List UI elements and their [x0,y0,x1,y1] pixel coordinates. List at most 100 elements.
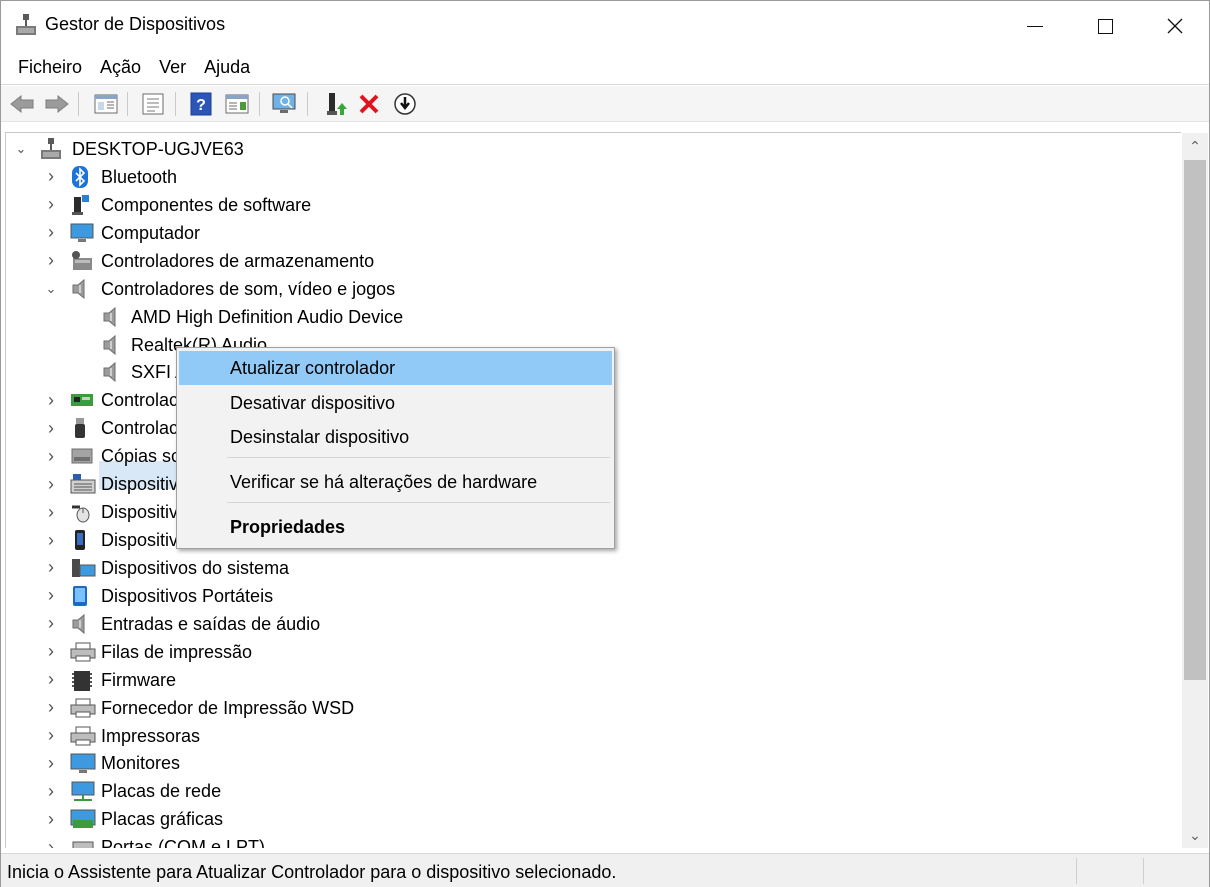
scrollbar-thumb[interactable] [1184,160,1206,680]
tree-root-label[interactable]: DESKTOP-UGJVE63 [72,139,244,160]
forward-button[interactable] [43,91,71,117]
tree-item-label[interactable]: Dispositiv [101,474,178,495]
disk-icon [70,445,93,467]
chevron-down-icon[interactable]: ⌄ [44,281,58,296]
toolbar-separator [259,92,260,116]
menu-ajuda[interactable]: Ajuda [195,53,259,82]
menu-ver[interactable]: Ver [150,53,195,82]
back-button[interactable] [8,91,36,117]
chevron-right-icon[interactable]: › [44,809,58,829]
chevron-right-icon[interactable]: › [44,418,58,438]
update-driver-icon [327,93,347,115]
menu-acao[interactable]: Ação [91,53,150,82]
svg-text:?: ? [196,97,206,114]
tree-item-label[interactable]: Controladores de armazenamento [101,251,374,272]
menu-item-disable-device[interactable]: Desativar dispositivo [179,386,612,420]
chevron-right-icon[interactable]: › [44,613,58,633]
menu-bar: Ficheiro Ação Ver Ajuda [1,51,1209,85]
tree-item-label[interactable]: Fornecedor de Impressão WSD [101,698,354,719]
tree-item-label[interactable]: Filas de impressão [101,642,252,663]
menu-ficheiro[interactable]: Ficheiro [9,53,91,82]
tree-item-label[interactable]: Dispositiv [101,530,178,551]
menu-item-uninstall-device[interactable]: Desinstalar dispositivo [179,420,612,454]
scroll-up-button[interactable]: ⌃ [1182,133,1208,159]
chevron-right-icon[interactable]: › [44,837,58,848]
tree-item-label[interactable]: Bluetooth [101,167,177,188]
tree-item-label[interactable]: Dispositivos Portáteis [101,586,273,607]
tree-item-label[interactable]: Cópias sc [101,446,180,467]
tree-item-label[interactable]: Controlac [101,418,178,439]
tree-item-label[interactable]: Placas gráficas [101,809,223,830]
tree-item-label[interactable]: Monitores [101,753,180,774]
disable-device-button[interactable] [391,91,419,117]
update-driver-button[interactable] [321,91,349,117]
tree-item-label[interactable]: Computador [101,223,200,244]
show-hide-console-tree-button[interactable] [92,91,120,117]
tree-item-label[interactable]: AMD High Definition Audio Device [131,307,403,328]
window-title: Gestor de Dispositivos [45,14,226,34]
chevron-right-icon[interactable]: › [44,781,58,801]
minimize-button[interactable] [1001,1,1069,51]
scan-hardware-button[interactable] [271,91,299,117]
chevron-right-icon[interactable]: › [44,753,58,773]
status-divider [1143,858,1144,884]
minimize-icon [1027,25,1043,27]
chevron-right-icon[interactable]: › [44,390,58,410]
keyboard-icon [70,473,96,495]
status-text: Inicia o Assistente para Atualizar Contr… [7,862,617,882]
tree-item-label[interactable]: Impressoras [101,726,200,747]
chevron-right-icon[interactable]: › [44,474,58,494]
status-bar: Inicia o Assistente para Atualizar Contr… [1,853,1209,887]
chevron-right-icon[interactable]: › [44,585,58,605]
uninstall-device-button[interactable] [355,91,383,117]
properties-button[interactable] [139,91,167,117]
network-adapter-icon [70,780,95,802]
chevron-right-icon[interactable]: › [44,446,58,466]
menu-item-properties[interactable]: Propriedades [179,510,612,544]
tree-item-label[interactable]: Portas (COM e LPT) [101,837,265,848]
chevron-right-icon[interactable]: › [44,641,58,661]
show-hide-console-tree-icon [94,94,118,114]
device-manager-window: Gestor de Dispositivos Ficheiro Ação Ver… [0,0,1210,887]
chevron-right-icon[interactable]: › [44,530,58,550]
usb-icon [70,417,90,439]
help-button[interactable]: ? [187,91,215,117]
tree-item-label[interactable]: Dispositiv [101,502,178,523]
toolbar-separator [175,92,176,116]
status-divider [1076,858,1077,884]
back-arrow-icon [10,94,34,114]
chevron-up-icon: ⌃ [1189,137,1201,154]
forward-arrow-icon [45,94,69,114]
chevron-right-icon[interactable]: › [44,194,58,214]
title-bar: Gestor de Dispositivos [1,1,1209,51]
chevron-right-icon[interactable]: › [44,502,58,522]
tree-item-label[interactable]: Placas de rede [101,781,221,802]
tree-item-label[interactable]: Dispositivos do sistema [101,558,289,579]
menu-separator [227,502,610,503]
printer-icon [70,641,96,663]
chevron-down-icon[interactable]: ⌄ [14,141,28,156]
tree-item-label[interactable]: Controlac [101,390,178,411]
menu-item-scan-hardware[interactable]: Verificar se há alterações de hardware [179,465,612,499]
vertical-scrollbar[interactable]: ⌃ ⌄ [1182,133,1208,848]
chevron-right-icon[interactable]: › [44,557,58,577]
chevron-right-icon[interactable]: › [44,250,58,270]
toolbar-separator [307,92,308,116]
tree-item-label[interactable]: Controladores de som, vídeo e jogos [101,279,395,300]
chevron-right-icon[interactable]: › [44,725,58,745]
chevron-right-icon[interactable]: › [44,697,58,717]
maximize-button[interactable] [1071,1,1139,51]
tree-item-label[interactable]: Componentes de software [101,195,311,216]
tree-item-label[interactable]: Entradas e saídas de áudio [101,614,320,635]
speaker-icon [101,361,121,383]
menu-item-update-driver[interactable]: Atualizar controlador [179,351,612,385]
scroll-down-button[interactable]: ⌄ [1182,822,1208,848]
chevron-right-icon[interactable]: › [44,166,58,186]
action-pane-button[interactable] [223,91,251,117]
chevron-right-icon[interactable]: › [44,669,58,689]
chevron-right-icon[interactable]: › [44,222,58,242]
menu-separator [227,457,610,458]
root-computer-icon [40,137,61,159]
close-button[interactable] [1141,1,1209,51]
tree-item-label[interactable]: Firmware [101,670,176,691]
